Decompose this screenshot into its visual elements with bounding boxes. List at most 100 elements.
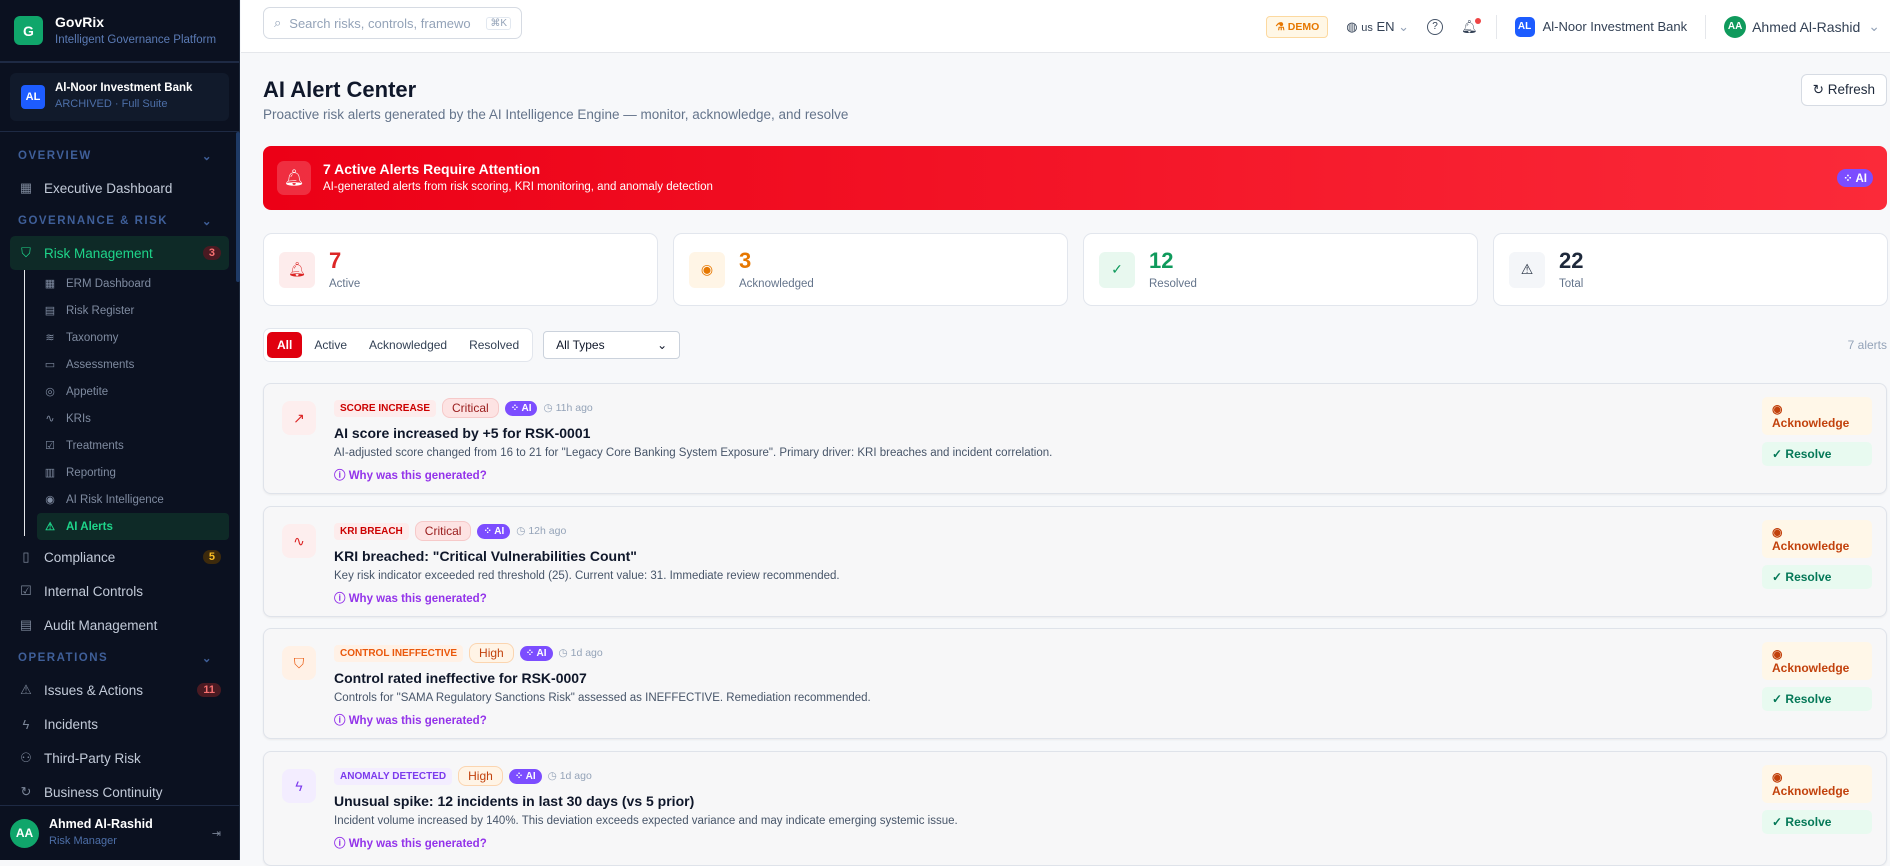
page-title: AI Alert Center [263,77,417,102]
alert-title: Unusual spike: 12 incidents in last 30 d… [334,793,695,809]
sidebar-scrollbar[interactable] [236,132,240,282]
subitem-label: Risk Register [66,304,135,317]
org-switcher[interactable]: AL Al-Noor Investment Bank ARCHIVED · Full… [10,73,229,121]
tab-acknowledged[interactable]: Acknowledged [359,332,457,358]
sidebar-item-third-party-risk[interactable]: ⚇ Third-Party Risk [10,741,229,775]
section-operations[interactable]: OPERATIONS ⌄ [0,642,239,673]
count-badge: 3 [202,246,221,260]
acknowledge-button[interactable]: ◉ Acknowledge [1762,397,1872,435]
status-tabs: All Active Acknowledged Resolved [263,328,534,362]
stat-acknowledged[interactable]: ◉ 3 Acknowledged [673,233,1068,306]
alert-card: ↗ SCORE INCREASE Critical ⁘ AI ◷ 11h ago AI… [263,383,1887,494]
sidebar-item-business-continuity[interactable]: ↻ Business Continuity [10,775,229,809]
brand[interactable]: G GovRix Intelligent Governance Platform [0,0,239,62]
sidebar-item-risk-management[interactable]: ⛉ Risk Management 3 [10,236,229,270]
alert-triangle-icon: ⚠ [20,682,32,697]
sidebar-item-label: Executive Dashboard [44,180,173,196]
alert-title: AI score increased by +5 for RSK-0001 [334,425,591,441]
tab-all[interactable]: All [267,332,303,358]
bell-icon: 🔔︎ [277,161,311,195]
sidebar-subitem-taxonomy[interactable]: ≋ Taxonomy [24,324,229,351]
sidebar-subitem-assessments[interactable]: ▭ Assessments [24,351,229,378]
alert-type-badge: ANOMALY DETECTED [334,767,453,785]
sidebar-subitem-erm-dashboard[interactable]: ▦ ERM Dashboard [24,270,229,297]
why-generated-link[interactable]: ⓘ Why was this generated? [334,590,840,606]
dashboard-icon: ▦ [44,278,56,290]
notification-bell-icon[interactable]: 🔔︎ [1461,17,1481,35]
search-placeholder: Search risks, controls, framewo [289,15,471,31]
acknowledge-button[interactable]: ◉ Acknowledge [1762,520,1872,558]
resolve-button[interactable]: ✓ Resolve [1762,810,1872,834]
sidebar-item-executive-dashboard[interactable]: ▦ Executive Dashboard [10,171,229,205]
subitem-label: Treatments [66,439,124,452]
severity-badge: Critical [414,521,472,541]
why-generated-link[interactable]: ⓘ Why was this generated? [334,467,1052,483]
chevron-down-icon: ⌄ [201,652,213,665]
sidebar-subitem-ai-alerts[interactable]: ⚠ AI Alerts [37,513,229,540]
sidebar-subitem-reporting[interactable]: ▥ Reporting [24,459,229,486]
stats-row: 🔔︎ 7 Active ◉ 3 Acknowledged ✓ 12 Resolved ⚠ 22… [263,233,1888,306]
filter-bar: All Active Acknowledged Resolved All Typ… [263,328,1887,362]
sidebar-user[interactable]: AA Ahmed Al-Rashid Risk Manager ⇥ [0,805,239,860]
tab-active[interactable]: Active [304,332,357,358]
users-icon: ⚇ [20,750,32,765]
check-circle-icon: ✓ [1772,815,1783,829]
zap-icon: ϟ [22,716,30,732]
stat-active[interactable]: 🔔︎ 7 Active [263,233,658,306]
sidebar-item-audit-management[interactable]: ▤ Audit Management [10,608,229,642]
logout-icon[interactable]: ⇥ [212,827,221,840]
acknowledge-button[interactable]: ◉ Acknowledge [1762,765,1872,803]
ai-label: AI [494,525,505,537]
sidebar-subitem-appetite[interactable]: ◎ Appetite [24,378,229,405]
resolve-button[interactable]: ✓ Resolve [1762,687,1872,711]
resolve-button[interactable]: ✓ Resolve [1762,565,1872,589]
severity-badge: Critical [442,398,499,418]
alert-title: Control rated ineffective for RSK-0007 [334,670,587,686]
language-selector[interactable]: ◍ us EN ⌄ [1346,19,1409,35]
brand-name: GovRix [55,13,105,30]
search-input[interactable]: ⌕ Search risks, controls, framewo ⌘K [263,7,522,39]
chevron-down-icon: ⌄ [1868,18,1880,34]
avatar: AA [1724,15,1747,38]
user-menu[interactable]: AA Ahmed Al-Rashid ⌄ [1724,15,1880,38]
sidebar-item-internal-controls[interactable]: ☑ Internal Controls [10,574,229,608]
org-avatar: AL [21,85,45,109]
org-name: Al-Noor Investment Bank [1542,19,1688,34]
ai-badge: ⁘ AI [1837,169,1873,187]
section-governance[interactable]: GOVERNANCE & RISK ⌄ [0,205,239,236]
tab-resolved[interactable]: Resolved [459,332,529,358]
sidebar-item-issues-actions[interactable]: ⚠ Issues & Actions 11 [10,673,229,707]
section-overview[interactable]: OVERVIEW ⌄ [0,140,239,171]
refresh-button[interactable]: ↻ Refresh [1800,74,1887,106]
sidebar-subitem-risk-register[interactable]: ▤ Risk Register [24,297,229,324]
dashboard-icon: ▦ [19,180,33,195]
help-icon[interactable]: ? [1427,18,1444,35]
stat-value: 12 [1149,247,1174,273]
timestamp: ◷ 1d ago [558,647,603,659]
checkbox-icon: ☑ [20,583,32,598]
sidebar-subitem-ai-risk-intelligence[interactable]: ◉ AI Risk Intelligence [24,486,229,513]
resolve-button[interactable]: ✓ Resolve [1762,442,1872,466]
stat-total[interactable]: ⚠ 22 Total [1493,233,1888,306]
sidebar-item-incidents[interactable]: ϟ Incidents [10,707,229,741]
sidebar-subitem-treatments[interactable]: ☑ Treatments [24,432,229,459]
type-select[interactable]: All Types ⌄ [543,331,681,359]
time-ago: 1d ago [570,647,603,659]
sidebar-item-compliance[interactable]: ▯ Compliance 5 [10,540,229,574]
target-icon: ◎ [45,386,55,398]
avatar: AA [10,818,39,848]
why-generated-link[interactable]: ⓘ Why was this generated? [334,712,871,728]
ai-label: AI [525,770,536,782]
subitem-label: AI Risk Intelligence [66,493,164,506]
user-role: Risk Manager [49,835,117,847]
why-generated-link[interactable]: ⓘ Why was this generated? [334,835,958,851]
ai-badge: ⁘ AI [477,523,511,539]
sidebar-item-label: Audit Management [44,617,158,633]
ai-label: AI [536,647,547,659]
org-selector[interactable]: AL Al-Noor Investment Bank [1514,16,1688,37]
acknowledge-button[interactable]: ◉ Acknowledge [1762,642,1872,680]
sidebar-subitem-kris[interactable]: ∿ KRIs [24,405,229,432]
acknowledge-label: Acknowledge [1772,539,1850,553]
demo-badge: ⚗ DEMO [1266,15,1329,38]
stat-resolved[interactable]: ✓ 12 Resolved [1083,233,1478,306]
